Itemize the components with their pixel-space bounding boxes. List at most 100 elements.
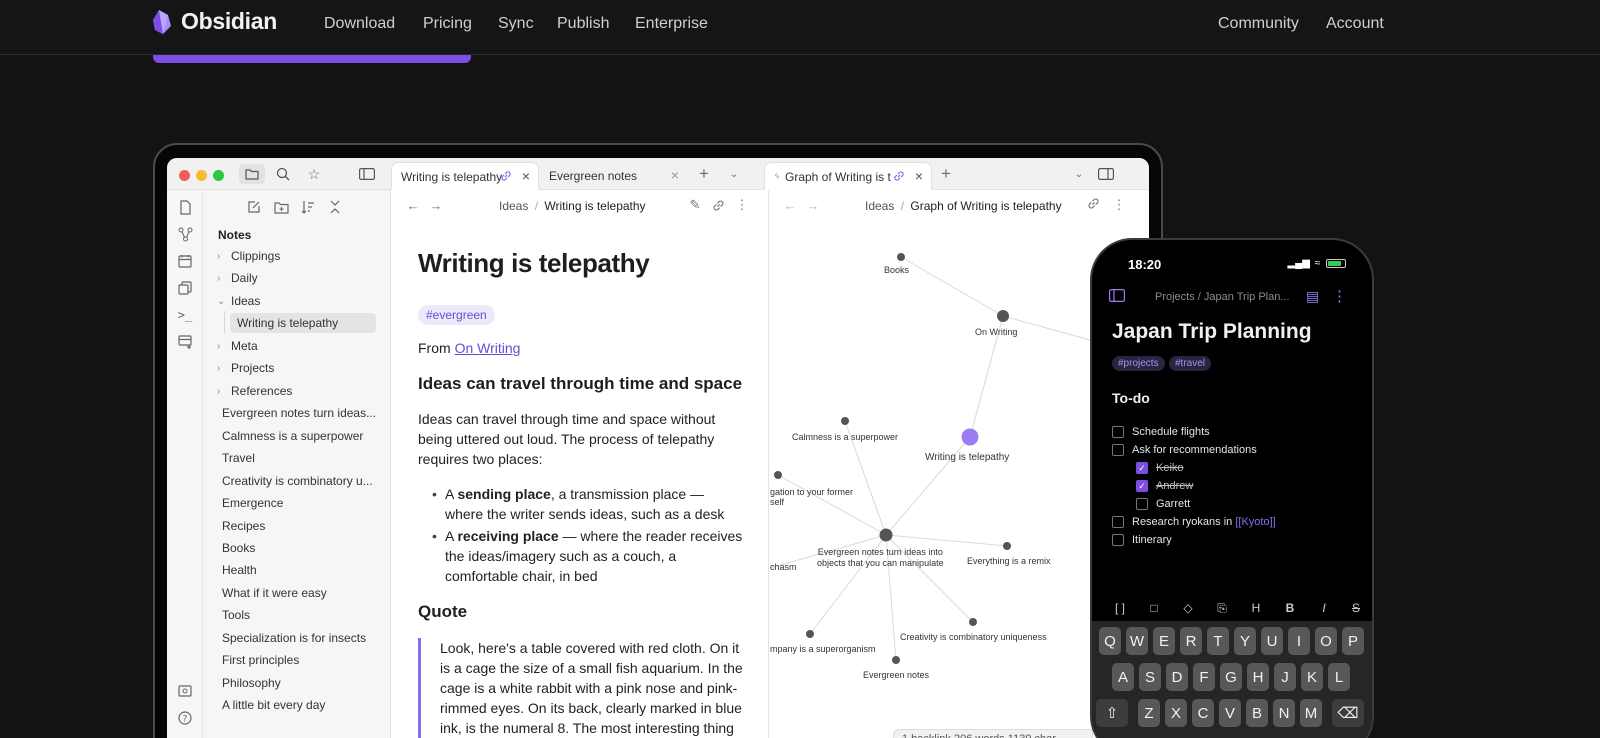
chevron-down-icon[interactable]: ⌄: [1068, 164, 1090, 184]
new-note-icon[interactable]: [245, 198, 263, 216]
task-item[interactable]: Research ryokans in [[Kyoto]]: [1112, 516, 1276, 528]
folder-references[interactable]: › References: [217, 381, 292, 401]
key[interactable]: N: [1273, 699, 1295, 727]
key[interactable]: Y: [1234, 627, 1256, 655]
key[interactable]: E: [1153, 627, 1175, 655]
vault-icon[interactable]: [176, 682, 194, 700]
templates-icon[interactable]: [176, 333, 194, 351]
checkbox[interactable]: [1112, 534, 1124, 546]
nav-pricing[interactable]: Pricing: [423, 15, 472, 33]
key[interactable]: O: [1315, 627, 1337, 655]
tag-icon[interactable]: ◇: [1180, 601, 1196, 615]
close-tab-icon[interactable]: ×: [915, 168, 923, 184]
forward-arrow-icon[interactable]: →: [428, 197, 444, 213]
list-item[interactable]: What if it were easy: [222, 583, 380, 603]
graph-view-icon[interactable]: [176, 225, 194, 243]
key[interactable]: S: [1139, 663, 1161, 691]
close-tab-icon[interactable]: ×: [671, 167, 679, 183]
key[interactable]: I: [1288, 627, 1310, 655]
task-item[interactable]: Garrett: [1136, 498, 1190, 510]
star-icon[interactable]: ☆: [303, 164, 325, 184]
calendar-icon[interactable]: [176, 252, 194, 270]
key[interactable]: K: [1301, 663, 1323, 691]
key[interactable]: R: [1180, 627, 1202, 655]
minimize-window-dot[interactable]: [196, 170, 207, 181]
collapse-all-icon[interactable]: [326, 198, 344, 216]
key[interactable]: Z: [1138, 699, 1160, 727]
sidebar-toggle-icon[interactable]: [356, 164, 378, 184]
nav-community[interactable]: Community: [1218, 15, 1299, 33]
back-arrow-icon[interactable]: ←: [405, 197, 421, 213]
key[interactable]: A: [1112, 663, 1134, 691]
bold-icon[interactable]: B: [1282, 601, 1298, 615]
strikethrough-icon[interactable]: S: [1348, 601, 1364, 615]
search-icon[interactable]: [272, 164, 294, 184]
folder-clippings[interactable]: › Clippings: [217, 246, 280, 266]
terminal-icon[interactable]: >_: [176, 306, 194, 324]
checklist-icon[interactable]: [ ]: [1112, 601, 1128, 615]
checkbox[interactable]: [1112, 516, 1124, 528]
folder-icon[interactable]: [239, 164, 265, 184]
list-item[interactable]: Calmness is a superpower: [222, 426, 380, 446]
backspace-key-icon[interactable]: ⌫: [1332, 699, 1364, 727]
copy-icon[interactable]: [176, 279, 194, 297]
list-item[interactable]: Health: [222, 560, 380, 580]
edit-pencil-icon[interactable]: ✎: [687, 197, 703, 213]
key[interactable]: T: [1207, 627, 1229, 655]
folder-meta[interactable]: › Meta: [217, 336, 258, 356]
key[interactable]: U: [1261, 627, 1283, 655]
list-item[interactable]: Evergreen notes turn ideas...: [222, 403, 380, 423]
close-window-dot[interactable]: [179, 170, 190, 181]
new-tab-icon[interactable]: +: [935, 164, 957, 184]
nav-account[interactable]: Account: [1326, 15, 1384, 33]
note-writing-is-telepathy[interactable]: Writing is telepathy: [230, 313, 376, 333]
link-icon[interactable]: [710, 197, 726, 213]
list-item[interactable]: Emergence: [222, 493, 380, 513]
key[interactable]: D: [1166, 663, 1188, 691]
list-item[interactable]: Books: [222, 538, 380, 558]
italic-icon[interactable]: I: [1316, 601, 1332, 615]
key[interactable]: M: [1300, 699, 1322, 727]
task-item[interactable]: ✓ Keiko: [1136, 462, 1184, 474]
checkbox-checked[interactable]: ✓: [1136, 480, 1148, 492]
list-item[interactable]: Philosophy: [222, 673, 380, 693]
checkbox-checked[interactable]: ✓: [1136, 462, 1148, 474]
sort-icon[interactable]: [299, 198, 317, 216]
list-item[interactable]: First principles: [222, 650, 380, 670]
list-item[interactable]: Creativity is combinatory u...: [222, 471, 380, 491]
folder-projects[interactable]: › Projects: [217, 358, 274, 378]
key[interactable]: P: [1342, 627, 1364, 655]
attachment-icon[interactable]: ⎘: [1214, 601, 1230, 616]
task-item[interactable]: ✓ Andrew: [1136, 480, 1193, 492]
on-writing-link[interactable]: On Writing: [455, 340, 521, 356]
tag-travel[interactable]: #travel: [1169, 356, 1212, 371]
checkbox[interactable]: [1136, 498, 1148, 510]
breadcrumb-folder[interactable]: Ideas: [499, 199, 528, 213]
key[interactable]: J: [1274, 663, 1296, 691]
key[interactable]: H: [1247, 663, 1269, 691]
key[interactable]: B: [1246, 699, 1268, 727]
list-item[interactable]: Travel: [222, 448, 380, 468]
close-tab-icon[interactable]: ×: [522, 168, 530, 184]
brand-link[interactable]: Obsidian: [152, 8, 277, 35]
key[interactable]: V: [1219, 699, 1241, 727]
key[interactable]: L: [1328, 663, 1350, 691]
sidebar-toggle-icon[interactable]: [1109, 289, 1126, 307]
kyoto-link[interactable]: [[Kyoto]]: [1235, 516, 1275, 528]
folder-ideas[interactable]: ⌄ Ideas: [217, 291, 260, 311]
open-quick-switcher-icon[interactable]: [176, 198, 194, 216]
key[interactable]: G: [1220, 663, 1242, 691]
new-tab-icon[interactable]: +: [693, 164, 715, 184]
nav-download[interactable]: Download: [324, 15, 395, 33]
checkbox[interactable]: [1112, 426, 1124, 438]
list-item[interactable]: Recipes: [222, 516, 380, 536]
more-options-icon[interactable]: ⋮: [734, 197, 750, 213]
heading-icon[interactable]: H: [1248, 601, 1264, 615]
nav-sync[interactable]: Sync: [498, 15, 534, 33]
file-icon[interactable]: □: [1146, 601, 1162, 615]
task-item[interactable]: Schedule flights: [1112, 426, 1210, 438]
key[interactable]: X: [1165, 699, 1187, 727]
list-item[interactable]: Specialization is for insects: [222, 628, 380, 648]
new-folder-icon[interactable]: [272, 198, 290, 216]
tag-evergreen[interactable]: #evergreen: [418, 305, 495, 325]
